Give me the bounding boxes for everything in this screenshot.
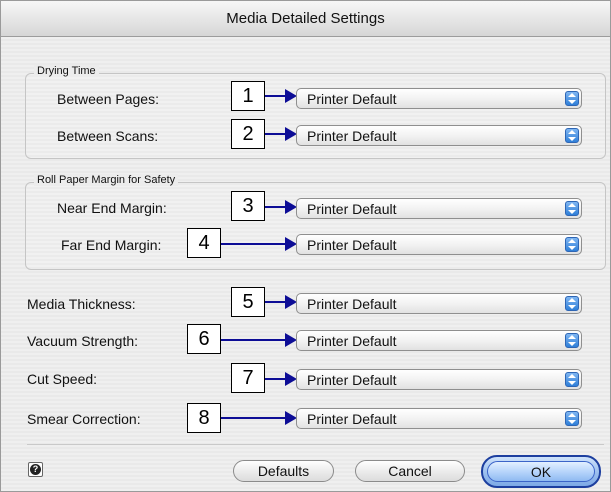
dialog-title: Media Detailed Settings (226, 10, 385, 27)
defaults-button[interactable]: Defaults (233, 460, 334, 482)
callout-2: 2 (231, 119, 265, 149)
media-thickness-popup[interactable]: Printer Default (296, 293, 582, 314)
callout-arrow-4 (221, 237, 297, 251)
vacuum-strength-label: Vacuum Strength: (27, 333, 139, 349)
near-end-margin-popup[interactable]: Printer Default (296, 198, 582, 219)
near-end-margin-value: Printer Default (307, 201, 397, 217)
callout-arrow-6 (221, 333, 297, 347)
callout-3: 3 (231, 191, 265, 221)
ok-button[interactable]: OK (481, 455, 601, 488)
up-down-stepper-icon (565, 91, 579, 106)
callout-6: 6 (187, 324, 221, 354)
callout-1: 1 (231, 81, 265, 111)
up-down-stepper-icon (565, 201, 579, 216)
vacuum-strength-value: Printer Default (307, 333, 397, 349)
up-down-stepper-icon (565, 372, 579, 387)
far-end-margin-value: Printer Default (307, 237, 397, 253)
help-button[interactable]: ? (28, 462, 43, 477)
callout-arrow-5 (265, 295, 297, 309)
smear-correction-value: Printer Default (307, 411, 397, 427)
up-down-stepper-icon (565, 411, 579, 426)
cut-speed-popup[interactable]: Printer Default (296, 369, 582, 390)
callout-4: 4 (187, 228, 221, 258)
cut-speed-label: Cut Speed: (27, 371, 98, 387)
callout-arrow-3 (265, 200, 297, 214)
roll-margin-group (25, 182, 606, 270)
drying-time-group (25, 73, 606, 159)
bottom-separator (27, 444, 604, 445)
ok-button-label: OK (487, 461, 595, 482)
callout-arrow-2 (265, 127, 297, 141)
cancel-button[interactable]: Cancel (355, 460, 465, 482)
cut-speed-value: Printer Default (307, 372, 397, 388)
media-thickness-value: Printer Default (307, 296, 397, 312)
callout-5: 5 (231, 287, 265, 317)
between-pages-popup[interactable]: Printer Default (296, 88, 582, 109)
between-scans-value: Printer Default (307, 128, 397, 144)
drying-time-group-label: Drying Time (34, 65, 99, 77)
callout-arrow-1 (265, 89, 297, 103)
far-end-margin-label: Far End Margin: (61, 237, 162, 253)
far-end-margin-popup[interactable]: Printer Default (296, 234, 582, 255)
smear-correction-popup[interactable]: Printer Default (296, 408, 582, 429)
media-thickness-label: Media Thickness: (27, 296, 136, 312)
between-pages-label: Between Pages: (57, 91, 159, 107)
between-scans-label: Between Scans: (57, 128, 159, 144)
media-detailed-settings-dialog: Media Detailed Settings Drying Time Roll… (0, 0, 611, 492)
up-down-stepper-icon (565, 237, 579, 252)
callout-arrow-7 (265, 372, 297, 386)
question-mark-icon: ? (30, 464, 41, 475)
vacuum-strength-popup[interactable]: Printer Default (296, 330, 582, 351)
between-pages-value: Printer Default (307, 91, 397, 107)
between-scans-popup[interactable]: Printer Default (296, 125, 582, 146)
near-end-margin-label: Near End Margin: (57, 200, 167, 216)
title-bar: Media Detailed Settings (1, 1, 610, 37)
up-down-stepper-icon (565, 333, 579, 348)
callout-8: 8 (187, 403, 221, 433)
callout-arrow-8 (221, 411, 297, 425)
smear-correction-label: Smear Correction: (27, 411, 141, 427)
up-down-stepper-icon (565, 296, 579, 311)
callout-7: 7 (231, 363, 265, 393)
roll-margin-group-label: Roll Paper Margin for Safety (34, 174, 179, 186)
up-down-stepper-icon (565, 128, 579, 143)
